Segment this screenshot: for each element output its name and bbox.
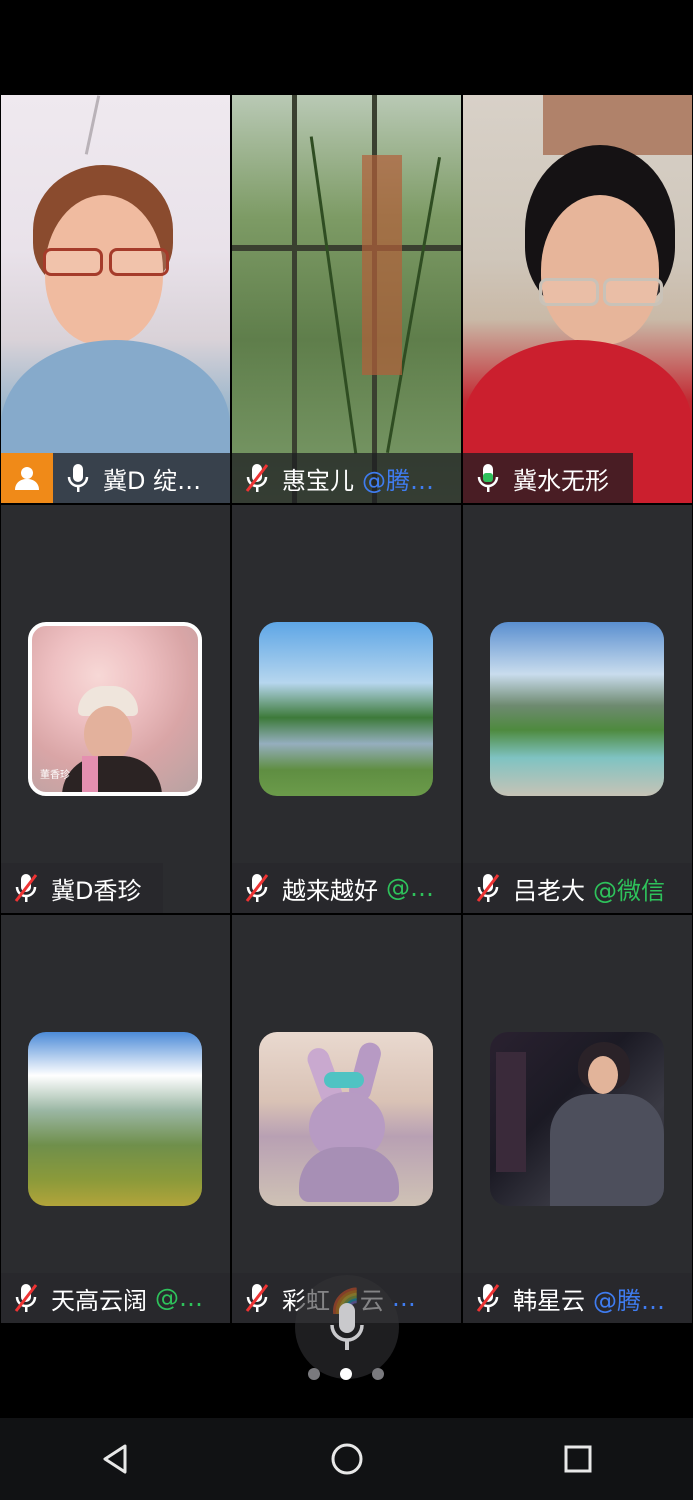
mic-muted-icon: [475, 873, 501, 903]
mic-muted-icon: [244, 873, 270, 903]
participant-name: 惠宝儿: [282, 466, 354, 495]
back-icon[interactable]: [86, 1429, 146, 1489]
video-feed: [232, 95, 461, 503]
participant-source: @微信: [593, 876, 665, 905]
participant-name-bar: 惠宝儿 @腾…: [232, 453, 461, 503]
participant-name-bar: 冀水无形: [463, 453, 633, 503]
video-feed: [463, 95, 692, 503]
mic-muted-icon: [244, 1283, 270, 1313]
page-dot[interactable]: [308, 1368, 320, 1380]
participant-name-bar: 冀D香珍: [1, 863, 163, 913]
page-dot-current[interactable]: [340, 1368, 352, 1380]
participant-tile[interactable]: 越来越好 @…: [232, 505, 461, 913]
mic-muted-icon: [13, 1283, 39, 1313]
recents-icon[interactable]: [548, 1429, 608, 1489]
page-dot[interactable]: [372, 1368, 384, 1380]
participant-avatar: 董香珍: [28, 622, 202, 796]
participant-name: 韩星云: [513, 1286, 585, 1315]
participant-avatar: [28, 1032, 202, 1206]
meeting-screen: 冀D 绽… 惠宝儿 @腾… 冀水无形 董香珍 冀D香珍 越来越好 @… 吕老大 …: [0, 0, 693, 1500]
floating-mic-button[interactable]: [295, 1275, 399, 1379]
microphone-icon: [330, 1303, 364, 1350]
participant-source: @腾…: [593, 1286, 665, 1315]
participant-name: 天高云阔: [51, 1286, 147, 1315]
participant-grid: 冀D 绽… 惠宝儿 @腾… 冀水无形 董香珍 冀D香珍 越来越好 @… 吕老大 …: [0, 95, 693, 1325]
participant-name-bar: 韩星云 @腾…: [463, 1273, 692, 1323]
participant-name: 冀水无形: [513, 466, 609, 495]
participant-tile[interactable]: 彩虹🌈云 …: [232, 915, 461, 1323]
participant-name: 吕老大: [513, 876, 585, 905]
participant-avatar: [490, 1032, 664, 1206]
mic-speaking-icon: [475, 463, 501, 493]
participant-avatar: [259, 1032, 433, 1206]
participant-tile[interactable]: 吕老大 @微信: [463, 505, 692, 913]
participant-name: 冀D香珍: [51, 876, 142, 905]
system-navigation-bar: [0, 1418, 693, 1500]
participant-avatar: [259, 622, 433, 796]
participant-name: 冀D 绽…: [103, 466, 202, 495]
participant-name: 越来越好: [282, 876, 378, 905]
mic-muted-icon: [13, 873, 39, 903]
participant-tile[interactable]: 冀D 绽…: [1, 95, 230, 503]
participant-source: @…: [155, 1284, 203, 1312]
participant-tile-active-speaker[interactable]: 冀水无形: [463, 95, 692, 503]
participant-name-bar: 吕老大 @微信: [463, 863, 692, 913]
page-indicator: [308, 1368, 384, 1380]
mic-muted-icon: [475, 1283, 501, 1313]
participant-source: @腾…: [362, 466, 434, 495]
avatar-caption: 董香珍: [40, 770, 70, 781]
participant-tile[interactable]: 惠宝儿 @腾…: [232, 95, 461, 503]
participant-source: @…: [386, 874, 434, 902]
host-badge-icon: [1, 453, 53, 503]
participant-name-bar: 冀D 绽…: [1, 453, 230, 503]
participant-tile[interactable]: 天高云阔 @…: [1, 915, 230, 1323]
participant-avatar: [490, 622, 664, 796]
participant-tile[interactable]: 董香珍 冀D香珍: [1, 505, 230, 913]
participant-name-bar: 天高云阔 @…: [1, 1273, 230, 1323]
participant-name-bar: 越来越好 @…: [232, 863, 461, 913]
video-feed: [1, 95, 230, 503]
mic-muted-icon: [244, 463, 270, 493]
mic-on-icon: [65, 463, 91, 493]
participant-tile[interactable]: 韩星云 @腾…: [463, 915, 692, 1323]
home-icon[interactable]: [317, 1429, 377, 1489]
